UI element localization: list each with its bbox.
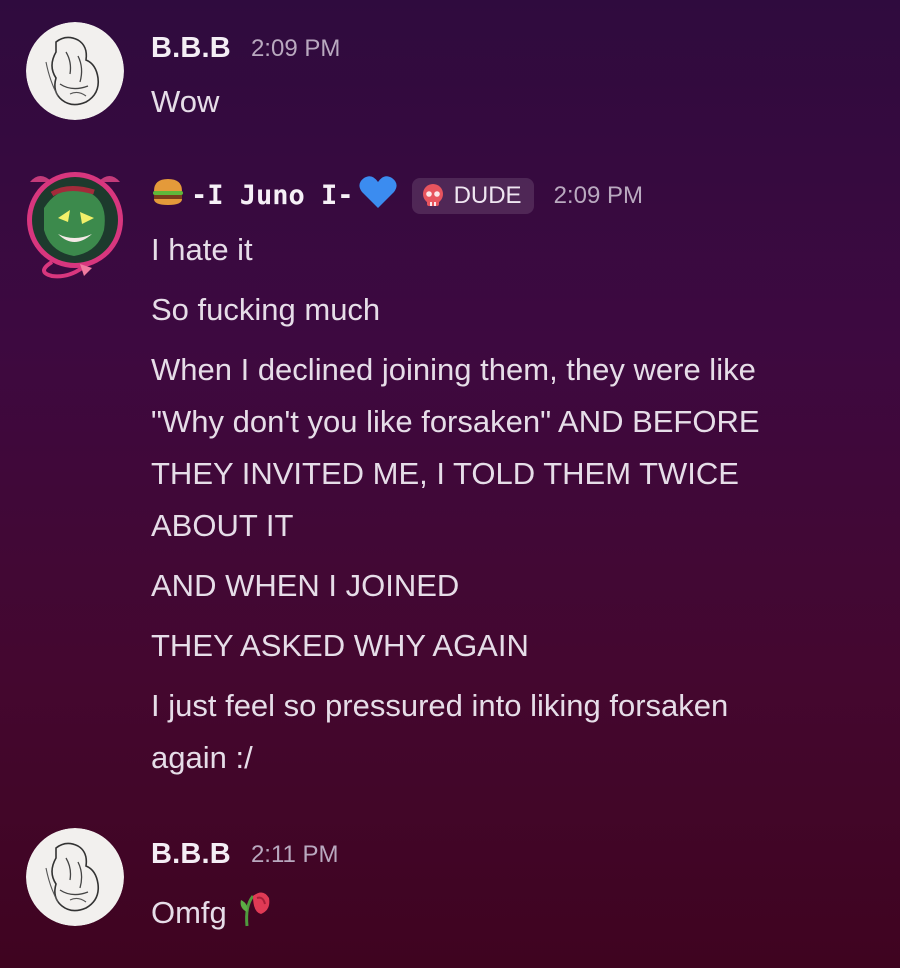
role-badge[interactable]: DUDE xyxy=(411,177,534,214)
message-line: I just feel so pressured into liking for… xyxy=(151,688,729,723)
message-line: So fucking much xyxy=(151,292,381,327)
message-line: THEY ASKED WHY AGAIN xyxy=(151,628,529,663)
message-line: AND WHEN I JOINED xyxy=(151,568,460,603)
timestamp: 2:09 PM xyxy=(553,181,643,209)
username[interactable]: B.B.B xyxy=(151,838,231,871)
message-group-juno: -I Juno I- DUDE 2:09 PM I hate it So fuc… xyxy=(0,150,900,790)
message-header: B.B.B 2:09 PM xyxy=(151,32,340,65)
green-monster-avatar-icon xyxy=(27,172,123,279)
message-line: again :/ xyxy=(151,740,253,775)
sketch-avatar-icon xyxy=(26,828,124,926)
hamburger-emoji-icon xyxy=(151,177,185,214)
username[interactable]: -I Juno I- xyxy=(151,174,398,217)
user-avatar[interactable] xyxy=(26,22,124,120)
sketch-avatar-icon xyxy=(26,22,124,120)
timestamp: 2:11 PM xyxy=(250,840,339,868)
message-line: THEY INVITED ME, I TOLD THEM TWICE xyxy=(151,456,739,491)
message-line: I hate it xyxy=(151,232,253,267)
message-line: Wow xyxy=(151,84,220,119)
wilted-flower-emoji-icon xyxy=(237,882,275,944)
skull-icon xyxy=(422,183,443,206)
username[interactable]: B.B.B xyxy=(151,32,231,65)
message-line: ABOUT IT xyxy=(151,508,294,543)
message-line: When I declined joining them, they were … xyxy=(151,352,756,387)
message-text: Omfg xyxy=(151,895,227,930)
message-group-bbb-2: B.B.B 2:11 PM Omfg xyxy=(0,800,900,968)
timestamp: 2:09 PM xyxy=(250,34,341,62)
message-header: B.B.B 2:11 PM xyxy=(151,838,339,871)
username-text: -I Juno I- xyxy=(191,180,354,211)
role-badge-label: DUDE xyxy=(453,181,522,209)
message-group-bbb-1: B.B.B 2:09 PM Wow xyxy=(0,0,900,130)
message-line: "Why don't you like forsaken" AND BEFORE xyxy=(151,404,760,439)
message-line: Omfg xyxy=(151,882,871,944)
message-header: -I Juno I- DUDE 2:09 PM xyxy=(151,174,643,217)
user-avatar[interactable] xyxy=(22,160,128,280)
user-avatar[interactable] xyxy=(26,828,124,926)
blue-heart-emoji-icon xyxy=(358,174,398,217)
